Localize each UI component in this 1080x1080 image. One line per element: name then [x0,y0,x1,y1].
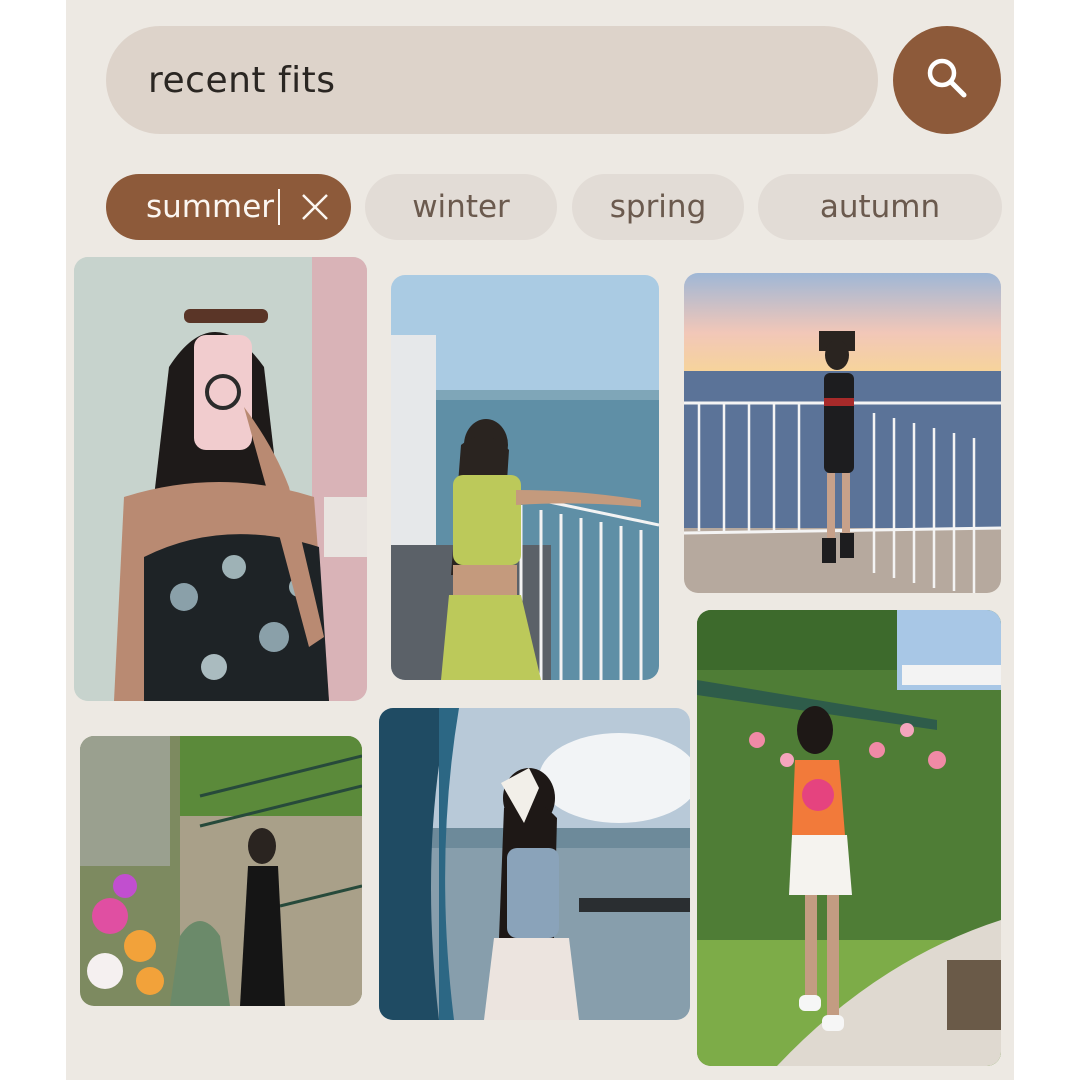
photo-green-top-ship-deck[interactable] [391,275,659,680]
photo-white-bow-cable-car[interactable] [379,708,690,1020]
filter-chip-winter[interactable]: winter [365,174,557,240]
photo-crochet-top-garden-path[interactable] [697,610,1001,1066]
filter-chip-label: autumn [819,189,941,225]
filter-chip-summer[interactable]: summer [106,174,351,240]
search-button[interactable] [893,26,1001,134]
filter-chip-autumn[interactable]: autumn [758,174,1002,240]
filter-chip-spring[interactable]: spring [572,174,744,240]
close-icon[interactable] [300,192,330,222]
search-query-text: recent fits [148,59,336,101]
text-caret [278,189,281,225]
filter-chip-label: spring [609,189,707,225]
filter-chip-label: summer [146,189,275,225]
photo-mirror-selfie-floral-dress[interactable] [74,257,367,701]
search-input[interactable]: recent fits [106,26,878,134]
filter-chip-label: winter [412,189,510,225]
photo-black-dress-flower-garden[interactable] [80,736,362,1006]
search-icon [923,54,971,106]
photo-black-dress-sunset-railing[interactable] [684,273,1001,593]
